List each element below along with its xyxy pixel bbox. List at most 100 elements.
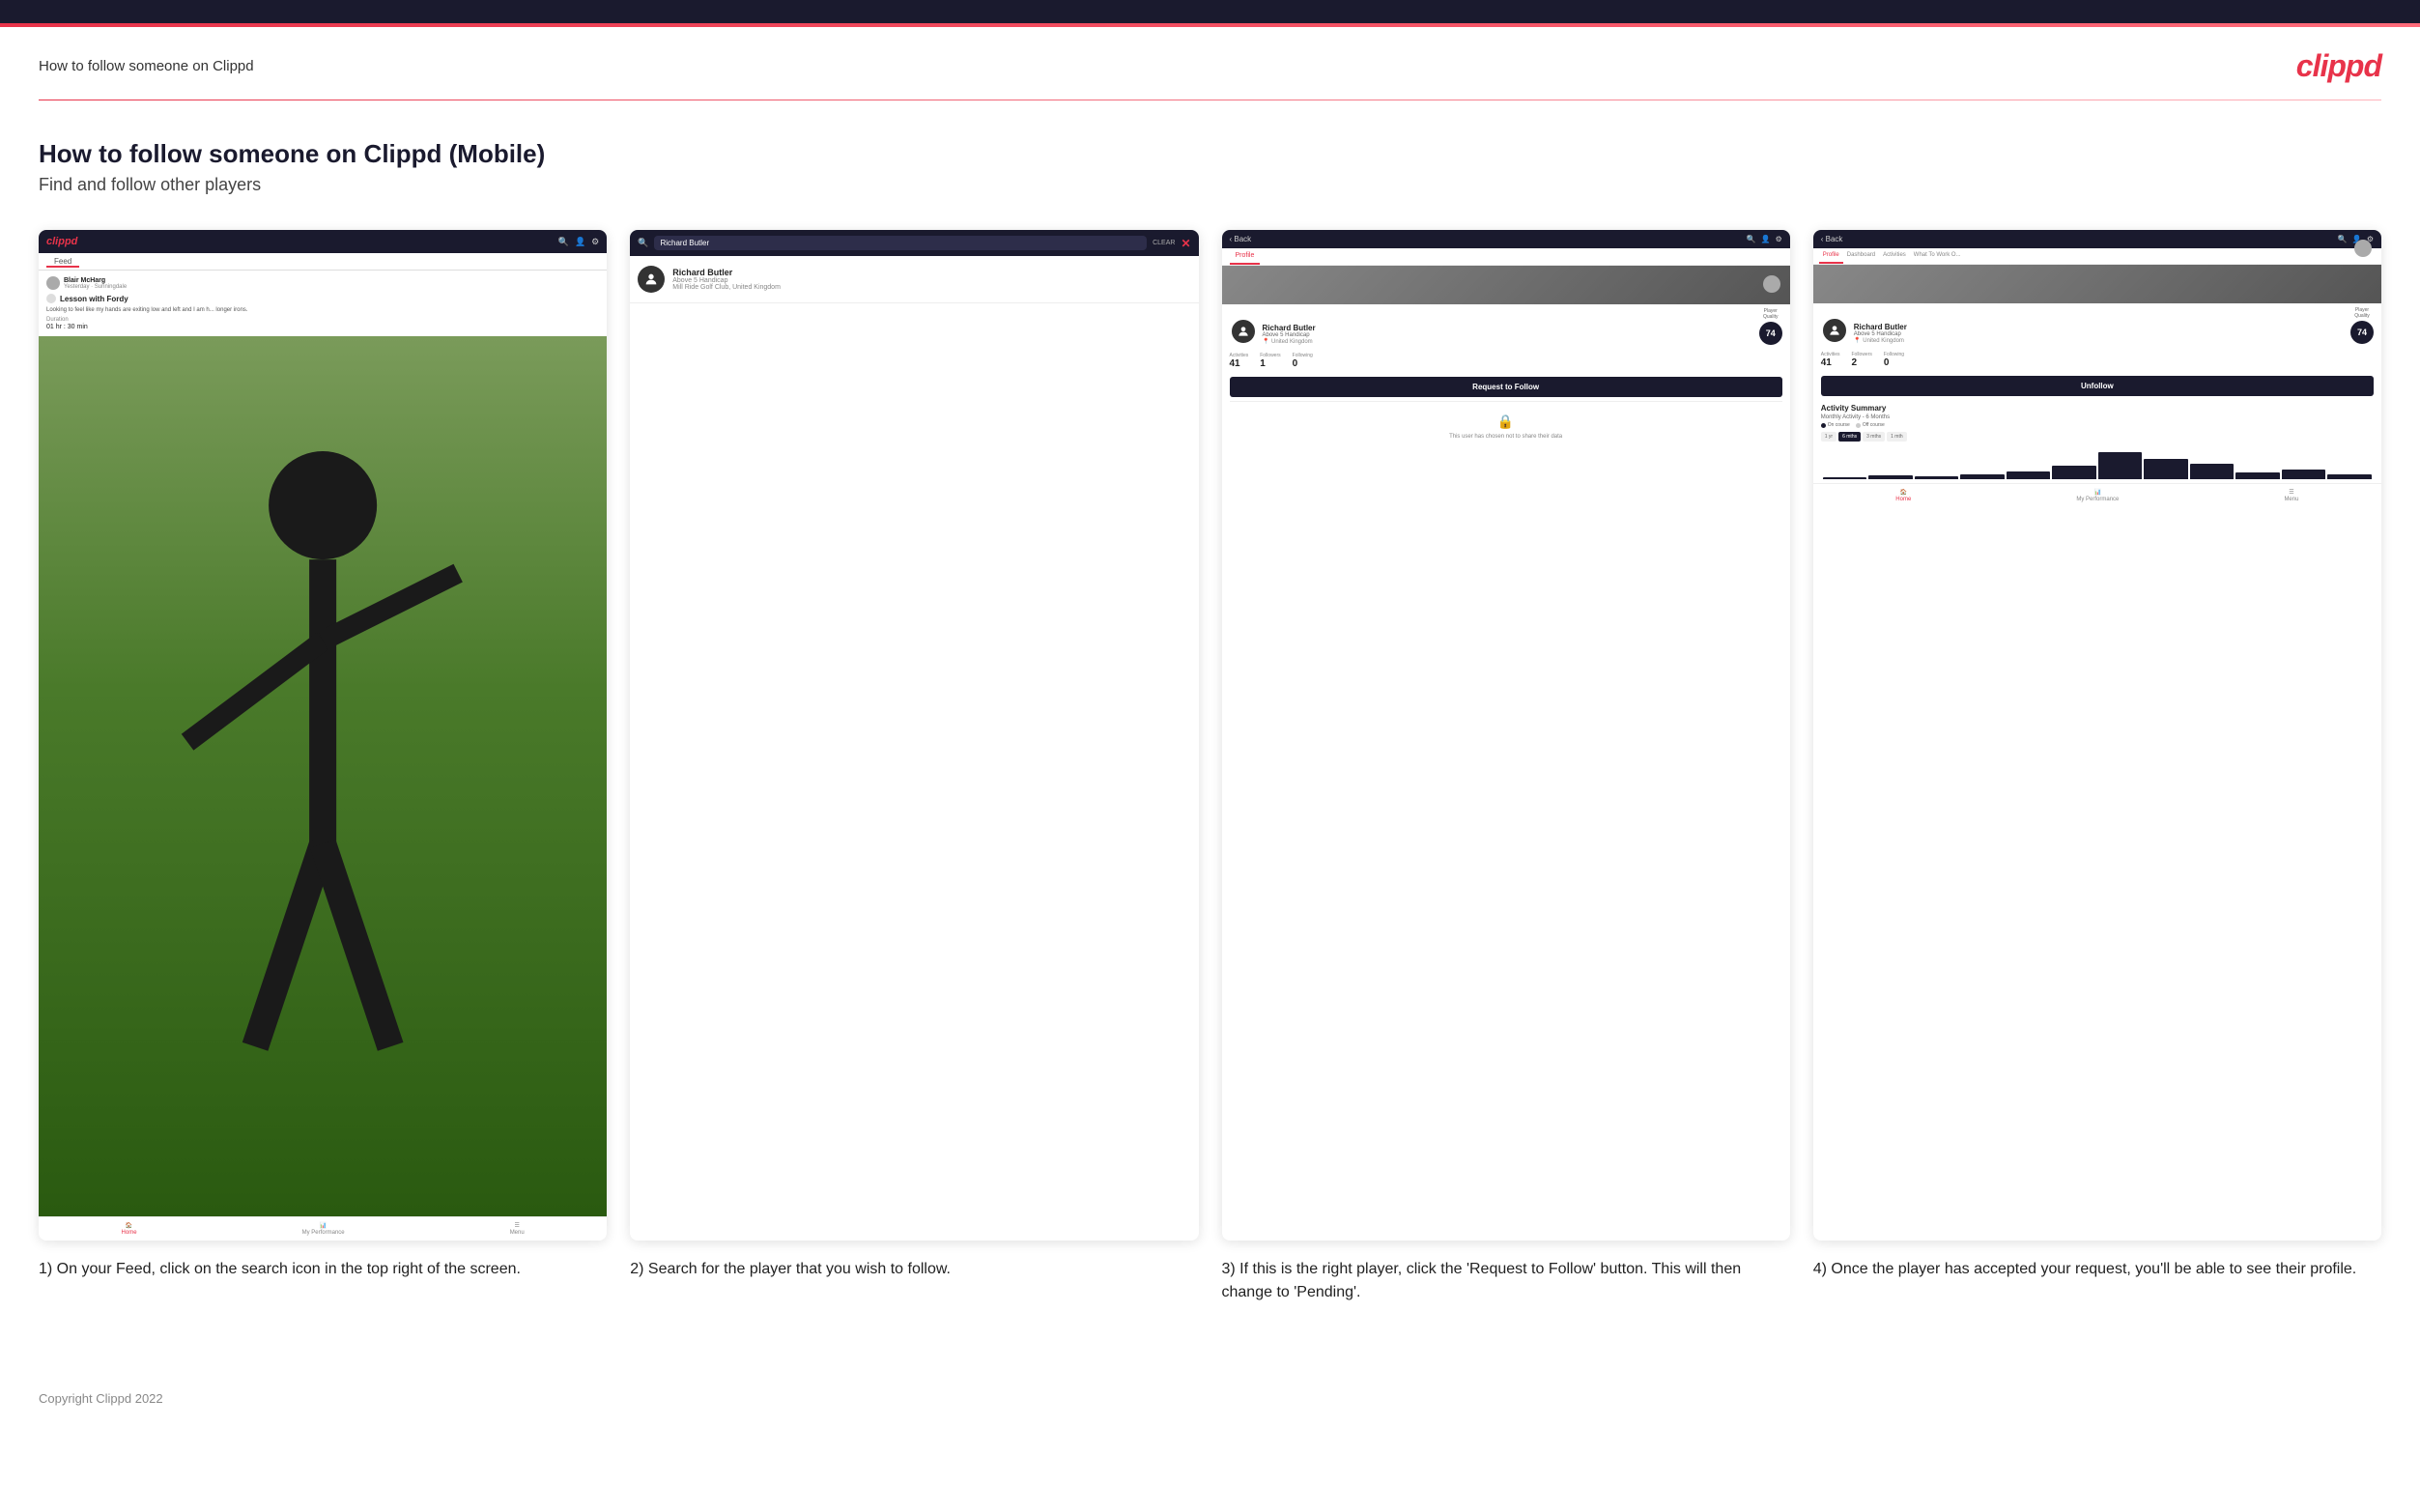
s1-nav-menu[interactable]: ☰ Menu [510, 1222, 525, 1236]
s1-post-desc: Looking to feel like my hands are exitin… [46, 306, 599, 314]
s4-location-icon: 📍 [1854, 337, 1861, 344]
s4-name-block: Richard Butler Above 5 Handicap 📍 United… [1854, 323, 2345, 344]
top-bar-accent [0, 23, 2420, 27]
s4-time-btn-1yr[interactable]: 1 yr [1821, 432, 1836, 442]
s4-following-stat: Following 0 [1884, 352, 1904, 368]
s3-quality-block: PlayerQuality 74 [1759, 308, 1782, 345]
s4-tab-dashboard[interactable]: Dashboard [1843, 248, 1879, 264]
s4-back-button[interactable]: ‹ Back [1821, 235, 1843, 243]
s4-tab-whattowork[interactable]: What To Work O... [1910, 248, 1965, 264]
s4-legend-off-course: Off course [1856, 422, 1885, 428]
s2-result-name: Richard Butler [672, 268, 781, 277]
top-bar [0, 0, 2420, 27]
s1-logo: clippd [46, 236, 77, 247]
s3-quality-badge: 74 [1759, 322, 1782, 345]
s3-tab-profile[interactable]: Profile [1230, 248, 1261, 265]
s4-activity-summary: Activity Summary Monthly Activity - 6 Mo… [1813, 400, 2381, 483]
s4-tab-activities[interactable]: Activities [1879, 248, 1910, 264]
s2-search-value: Richard Butler [660, 239, 709, 247]
s4-time-btn-3mths[interactable]: 3 mths [1863, 432, 1885, 442]
s4-legend: On course Off course [1821, 422, 2374, 428]
s3-follow-button[interactable]: Request to Follow [1230, 377, 1782, 397]
s2-result-info: Richard Butler Above 5 Handicap Mill Rid… [672, 268, 781, 291]
s4-bar-5 [2007, 471, 2051, 479]
s4-cover-photo [1813, 265, 2381, 303]
step-3-screenshot: ‹ Back 🔍 👤 ⚙ Profile [1222, 230, 1790, 1241]
s4-chart-icon: 📊 [2094, 489, 2101, 496]
s4-bar-1 [1823, 477, 1867, 479]
location-icon: 📍 [1263, 338, 1269, 345]
step-1-caption: 1) On your Feed, click on the search ico… [39, 1258, 607, 1281]
header-title: How to follow someone on Clippd [39, 58, 254, 74]
s4-monthly-label: Monthly Activity - 6 Months [1821, 414, 2374, 420]
s4-nav-home[interactable]: 🏠 Home [1895, 489, 1911, 502]
s4-time-buttons: 1 yr 6 mths 3 mths 1 mth [1821, 432, 2374, 442]
s4-time-btn-1mth[interactable]: 1 mth [1887, 432, 1907, 442]
s4-bottom-nav: 🏠 Home 📊 My Performance ☰ Menu [1813, 483, 2381, 507]
s4-profile-pic [1821, 317, 1848, 344]
s1-feed-tab[interactable]: Feed [46, 253, 79, 268]
step-4-screen: ‹ Back 🔍 👤 ⚙ Profile Dashboard Activitie… [1813, 230, 2381, 1241]
s3-profile-icon[interactable]: 👤 [1761, 235, 1771, 243]
header: How to follow someone on Clippd clippd [0, 27, 2420, 100]
s3-following-stat: Following 0 [1293, 353, 1313, 369]
s3-search-icon[interactable]: 🔍 [1747, 235, 1756, 243]
s4-search-icon[interactable]: 🔍 [2338, 235, 2348, 243]
s4-bar-7 [2098, 452, 2143, 479]
s1-header: clippd 🔍 👤 ⚙ [39, 230, 607, 253]
step-4-caption: 4) Once the player has accepted your req… [1813, 1258, 2381, 1281]
s1-icons: 🔍 👤 ⚙ [558, 237, 600, 247]
s3-cover-photo [1222, 266, 1790, 304]
s4-quality-label: PlayerQuality [2350, 307, 2374, 319]
page-subheading: Find and follow other players [39, 175, 2381, 195]
s4-header: ‹ Back 🔍 👤 ⚙ [1813, 230, 2381, 248]
profile-icon[interactable]: 👤 [575, 237, 585, 247]
s4-bar-6 [2052, 466, 2096, 479]
s4-legend-on-course: On course [1821, 422, 1850, 428]
s2-result-avatar [638, 266, 665, 293]
s3-header: ‹ Back 🔍 👤 ⚙ [1222, 230, 1790, 248]
s4-player-name: Richard Butler [1854, 323, 2345, 331]
s2-clear-button[interactable]: CLEAR [1153, 240, 1175, 246]
s3-stats: Activities 41 Followers 1 Following 0 [1222, 349, 1790, 373]
search-icon[interactable]: 🔍 [558, 237, 569, 247]
s3-back-button[interactable]: ‹ Back [1230, 235, 1252, 243]
page-heading: How to follow someone on Clippd (Mobile) [39, 139, 2381, 169]
s4-quality-badge: 74 [2350, 321, 2374, 344]
s1-username: Blair McHarg [64, 277, 127, 284]
s4-bar-4 [1960, 474, 2005, 479]
golfer-svg [39, 336, 607, 1215]
s1-lesson-icon [46, 294, 56, 303]
s4-off-course-dot [1856, 423, 1861, 428]
s4-bar-12 [2327, 474, 2372, 479]
s4-nav-menu[interactable]: ☰ Menu [2284, 489, 2298, 502]
s2-close-button[interactable]: ✕ [1181, 237, 1190, 250]
s3-header-icons: 🔍 👤 ⚙ [1747, 235, 1782, 243]
s2-search-result[interactable]: Richard Butler Above 5 Handicap Mill Rid… [630, 256, 1198, 303]
s1-user-meta: Yesterday · Sunningdale [64, 284, 127, 290]
s4-time-btn-6mths[interactable]: 6 mths [1838, 432, 1861, 442]
s3-name-block: Richard Butler Above 5 Handicap 📍 United… [1263, 324, 1753, 345]
s1-duration-val: 01 hr : 30 min [46, 324, 599, 330]
step-3-screen: ‹ Back 🔍 👤 ⚙ Profile [1222, 230, 1790, 1241]
clippd-logo: clippd [2296, 48, 2381, 84]
s1-nav-performance[interactable]: 📊 My Performance [302, 1222, 345, 1236]
s4-stats: Activities 41 Followers 2 Following 0 [1813, 348, 2381, 372]
s4-tab-profile[interactable]: Profile [1819, 248, 1843, 264]
s2-search-bar: 🔍 Richard Butler CLEAR ✕ [630, 230, 1198, 256]
s3-settings-icon[interactable]: ⚙ [1776, 235, 1782, 243]
s1-duration-label: Duration [46, 317, 599, 323]
chart-icon: 📊 [320, 1222, 327, 1229]
s2-search-input[interactable]: Richard Butler [654, 236, 1147, 250]
step-1-screen: clippd 🔍 👤 ⚙ Feed [39, 230, 607, 1241]
s1-nav-home[interactable]: 🏠 Home [122, 1222, 137, 1236]
s4-bar-3 [1915, 476, 1959, 479]
footer-copyright: Copyright Clippd 2022 [39, 1391, 163, 1406]
s4-nav-performance[interactable]: 📊 My Performance [2076, 489, 2119, 502]
s1-avatar [46, 276, 60, 290]
menu-icon[interactable]: ⚙ [591, 237, 599, 247]
s4-unfollow-button[interactable]: Unfollow [1821, 376, 2374, 396]
s4-quality-block: PlayerQuality 74 [2350, 307, 2374, 344]
step-2-screenshot: 🔍 Richard Butler CLEAR ✕ [630, 230, 1198, 1241]
hamburger-icon: ☰ [515, 1222, 520, 1229]
